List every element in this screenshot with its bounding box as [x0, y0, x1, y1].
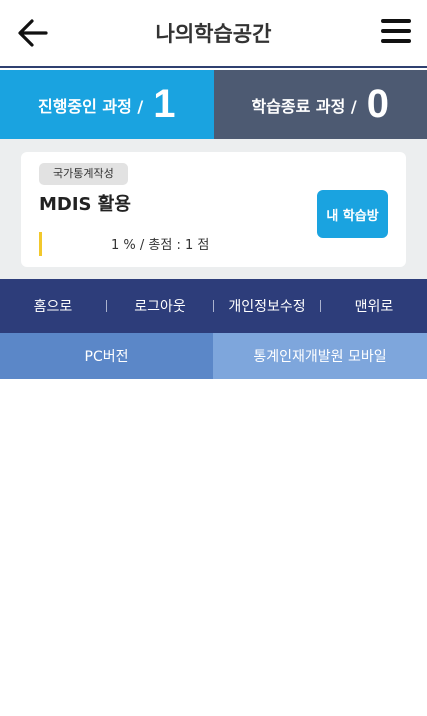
course-category-tag: 국가통계작성: [39, 163, 128, 185]
my-study-room-button[interactable]: 내 학습방: [317, 190, 388, 238]
header-bar: 나의학습공간: [0, 0, 427, 68]
mobile-site-link[interactable]: 통계인재개발원 모바일: [213, 333, 427, 379]
footer-nav: 홈으로 로그아웃 개인정보수정 맨위로: [0, 279, 427, 333]
version-links: PC버전 통계인재개발원 모바일: [0, 333, 427, 379]
nav-home[interactable]: 홈으로: [0, 296, 106, 316]
nav-divider: [320, 300, 321, 312]
course-stats: 진행중인 과정 / 1 학습종료 과정 / 0: [0, 70, 427, 139]
progress-bar: [39, 232, 42, 256]
hamburger-menu-icon[interactable]: [381, 19, 411, 45]
course-progress-text: 1 % / 총점 : 1 점: [111, 238, 210, 253]
nav-divider: [106, 300, 107, 312]
pc-version-link[interactable]: PC버전: [0, 333, 213, 379]
course-card: 국가통계작성 MDIS 활용 1 % / 총점 : 1 점 내 학습방: [21, 152, 406, 267]
course-list: 국가통계작성 MDIS 활용 1 % / 총점 : 1 점 내 학습방: [0, 139, 427, 279]
nav-logout[interactable]: 로그아웃: [107, 296, 213, 316]
completed-label: 학습종료 과정 /: [251, 96, 357, 116]
in-progress-count: 1: [153, 82, 176, 126]
completed-count: 0: [366, 82, 390, 126]
page-title: 나의학습공간: [155, 22, 272, 46]
in-progress-label: 진행중인 과정 /: [37, 96, 144, 116]
nav-divider: [213, 300, 214, 312]
course-name: MDIS 활용: [39, 194, 131, 215]
completed-stat[interactable]: 학습종료 과정 / 0: [213, 70, 427, 139]
nav-top[interactable]: 맨위로: [321, 296, 427, 316]
in-progress-stat[interactable]: 진행중인 과정 / 1: [0, 70, 214, 139]
nav-edit-profile[interactable]: 개인정보수정: [214, 296, 320, 316]
